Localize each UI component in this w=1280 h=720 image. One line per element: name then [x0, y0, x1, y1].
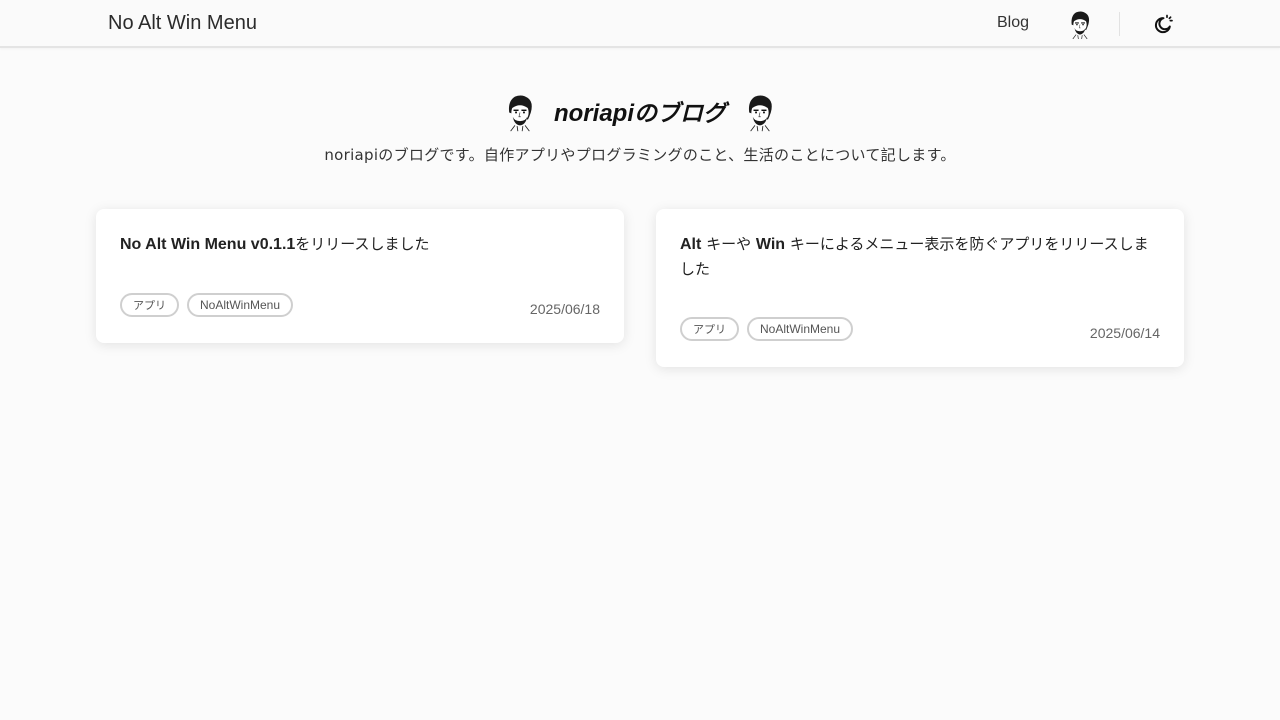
tag-chip[interactable]: NoAltWinMenu — [747, 317, 854, 341]
site-brand-link[interactable]: No Alt Win Menu — [108, 12, 257, 35]
tag-chip[interactable]: アプリ — [120, 293, 179, 317]
nav-blog-link[interactable]: Blog — [997, 14, 1029, 32]
post-date: 2025/06/18 — [529, 301, 600, 317]
post-title-rest: をリリースしました — [295, 235, 430, 253]
blog-tagline: noriapiのブログです。自作アプリやプログラミングのこと、生活のことについて… — [324, 146, 956, 164]
tag-chip[interactable]: NoAltWinMenu — [187, 293, 294, 317]
theme-toggle-moon-icon[interactable] — [1151, 12, 1175, 36]
top-navbar: No Alt Win Menu Blog — [0, 0, 1280, 48]
nav-divider — [1119, 12, 1120, 36]
blog-title-suffix: のブログ — [634, 101, 726, 127]
post-card[interactable]: No Alt Win Menu v0.1.1をリリースしました アプリ NoAl… — [96, 209, 624, 343]
post-title-bold: Win — [755, 236, 786, 253]
author-face-icon — [742, 90, 778, 132]
hero-title-row: noriapiのブログ — [0, 88, 1280, 134]
post-date: 2025/06/14 — [1089, 325, 1160, 341]
post-card[interactable]: Alt キーや Win キーによるメニュー表示を防ぐアプリをリリースしました ア… — [656, 209, 1184, 367]
tag-chip[interactable]: アプリ — [680, 317, 739, 341]
post-title-bold: Alt — [680, 236, 702, 253]
blog-title: noriapiのブログ — [554, 94, 726, 128]
post-tags: アプリ NoAltWinMenu — [120, 293, 294, 317]
post-title[interactable]: Alt キーや Win キーによるメニュー表示を防ぐアプリをリリースしました — [680, 232, 1160, 281]
post-title[interactable]: No Alt Win Menu v0.1.1をリリースしました — [120, 232, 600, 257]
post-tags: アプリ NoAltWinMenu — [680, 317, 854, 341]
author-avatar-icon[interactable] — [1066, 8, 1094, 40]
blog-title-name: noriapi — [553, 100, 634, 127]
post-title-bold: No Alt Win Menu v0.1.1 — [120, 236, 296, 253]
post-title-text: キーや — [701, 235, 756, 253]
author-face-icon — [502, 90, 538, 132]
